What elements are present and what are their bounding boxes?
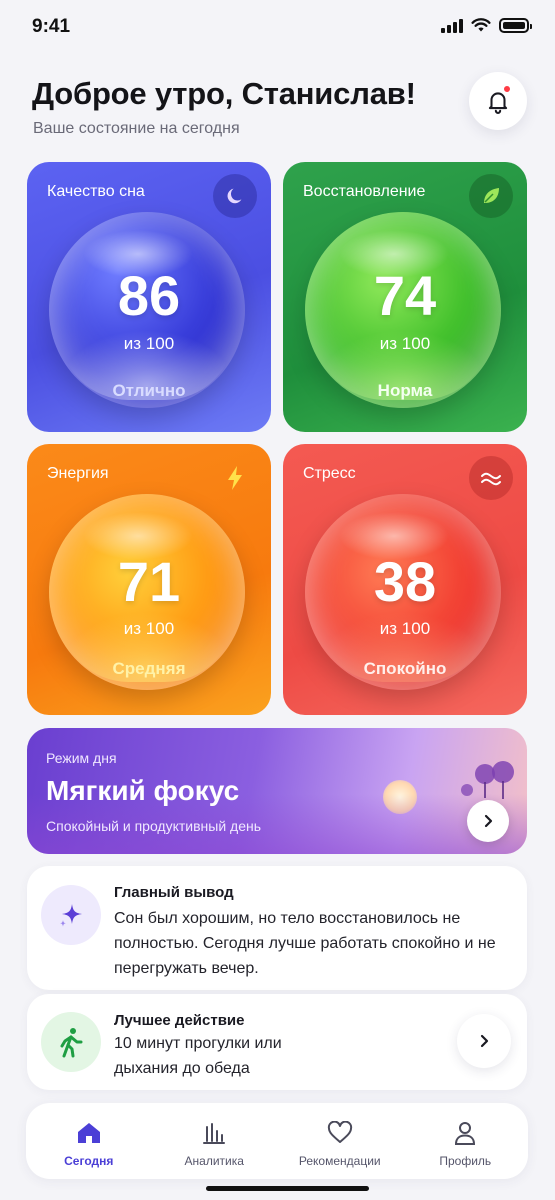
best-action-text: 10 минут прогулки или дыхания до обеда [114,1035,282,1077]
score-status: Средняя [112,659,186,678]
heart-icon [326,1119,354,1147]
score-value: 86 [117,264,181,327]
greeting-subtitle: Ваше состояние на сегодня [33,120,240,137]
day-mode-title: Мягкий фокус [46,775,240,806]
main-insight-card: Главный вывод Сон был хорошим, но тело в… [27,866,527,990]
chevron-right-icon [480,1034,489,1048]
energy-card[interactable]: Энергия 71 из 100 Средняя [27,444,271,715]
day-mode-open-button[interactable] [467,800,509,842]
wifi-icon [471,18,491,32]
nav-label: Сегодня [64,1154,114,1168]
day-mode-label: Режим дня [46,750,117,766]
nav-item-profile[interactable]: Профиль [403,1103,529,1179]
card-title: Энергия [47,465,109,482]
nav-label: Рекомендации [298,1154,381,1168]
insight-title: Главный вывод [114,884,234,901]
sleep-quality-card[interactable]: Качество сна 86 из 100 Отлично [27,162,271,432]
chevron-right-icon [484,814,493,828]
cellular-signal-icon [441,18,463,33]
score-status: Отлично [112,381,186,400]
walking-person-icon [41,1012,101,1072]
status-bar: 9:41 [0,0,555,56]
notification-badge [502,84,512,94]
lightning-icon [213,456,257,500]
battery-icon [499,18,532,33]
score-max: из 100 [379,619,431,638]
user-icon [451,1119,479,1147]
card-title: Стресс [303,465,356,482]
nav-item-today[interactable]: Сегодня [26,1103,152,1179]
nav-label: Аналитика [184,1154,244,1168]
day-mode-subtitle: Спокойный и продуктивный день [46,818,262,834]
score-value: 38 [373,550,437,613]
score-value: 71 [117,550,181,613]
score-max: из 100 [123,334,175,353]
best-action-title: Лучшее действие [114,1012,245,1029]
score-status: Спокойно [363,659,447,678]
recovery-card[interactable]: Восстановление 74 из 100 Норма [283,162,527,432]
score-max: из 100 [123,619,175,638]
moon-icon [213,174,257,218]
card-title: Восстановление [303,183,426,200]
leaf-icon [469,174,513,218]
nav-item-recommendations[interactable]: Рекомендации [277,1103,403,1179]
day-mode-banner[interactable]: Режим дня Мягкий фокус Спокойный и проду… [27,728,527,854]
status-time: 9:41 [32,16,71,37]
greeting-title: Доброе утро, Станислав! [32,76,416,111]
status-icons [441,18,532,33]
card-title: Качество сна [47,183,145,200]
stress-card[interactable]: Стресс 38 из 100 Спокойно [283,444,527,715]
score-status: Норма [377,381,433,400]
score-value: 74 [373,264,437,327]
sparkle-icon [41,885,101,945]
score-max: из 100 [379,334,431,353]
home-indicator [206,1186,369,1191]
insight-text: Сон был хорошим, но тело восстановилось … [114,910,496,977]
home-icon [75,1119,103,1147]
best-action-card[interactable]: Лучшее действие 10 минут прогулки или ды… [27,994,527,1090]
nav-label: Профиль [439,1154,492,1168]
waves-icon [469,456,513,500]
notifications-button[interactable] [469,72,527,130]
chart-icon [200,1119,228,1147]
bottom-navigation: Сегодня Аналитика Рекомендации Профиль [26,1103,528,1179]
nav-item-analytics[interactable]: Аналитика [152,1103,278,1179]
best-action-open-button[interactable] [457,1014,511,1068]
